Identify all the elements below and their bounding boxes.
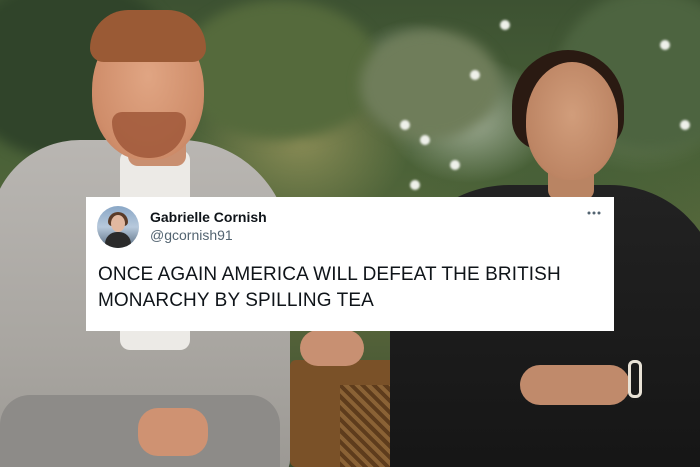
flower	[470, 70, 480, 80]
more-dots-svg	[587, 211, 601, 215]
tweet-card: Gabrielle Cornish @gcornish91 ONCE AGAIN…	[86, 197, 614, 331]
foliage	[360, 30, 500, 140]
flower	[660, 40, 670, 50]
avatar-body	[105, 232, 131, 248]
author-handle[interactable]: @gcornish91	[150, 227, 233, 243]
flower	[410, 180, 420, 190]
flower	[400, 120, 410, 130]
background-photo: Gabrielle Cornish @gcornish91 ONCE AGAIN…	[0, 0, 700, 467]
bracelet	[628, 360, 642, 398]
flower	[420, 135, 430, 145]
woman-hand	[300, 330, 364, 366]
flower	[680, 120, 690, 130]
flower	[500, 20, 510, 30]
avatar-face	[111, 215, 125, 232]
flower	[450, 160, 460, 170]
avatar[interactable]	[97, 206, 139, 248]
woman-hand	[520, 365, 630, 405]
man-hand	[138, 408, 208, 456]
author-name[interactable]: Gabrielle Cornish	[150, 209, 267, 225]
woman-head	[526, 62, 618, 180]
man-hair	[90, 10, 206, 62]
tweet-text: ONCE AGAIN AMERICA WILL DEFEAT THE BRITI…	[98, 264, 561, 311]
foliage	[180, 0, 380, 140]
more-horizontal-icon[interactable]	[586, 205, 602, 225]
